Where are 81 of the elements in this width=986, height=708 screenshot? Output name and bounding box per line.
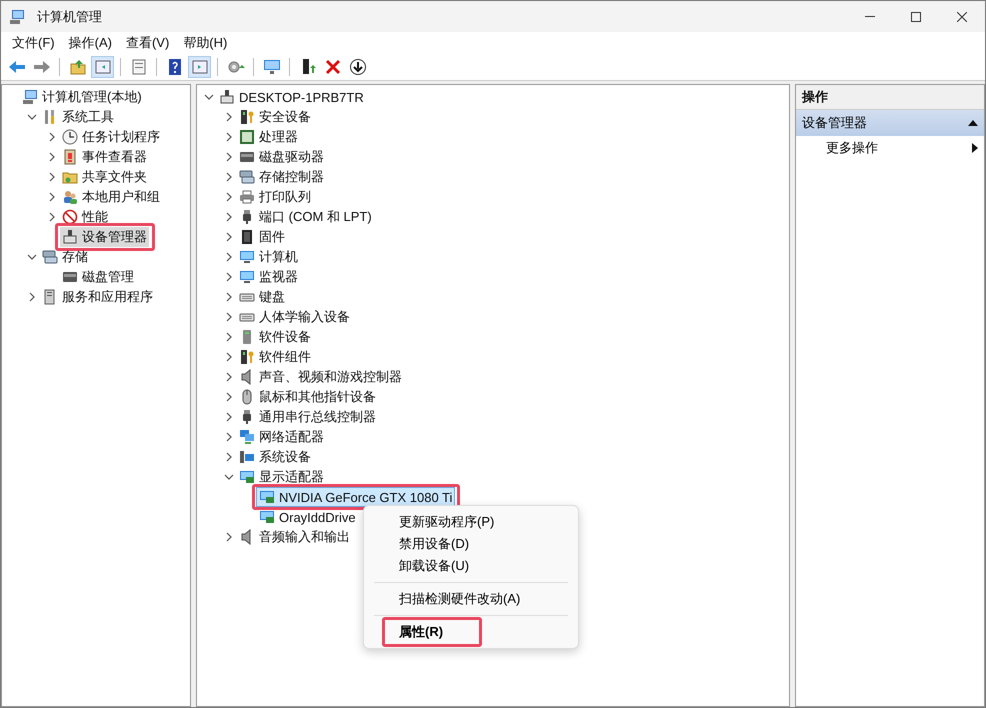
tree-item[interactable]: 监视器 [259, 268, 298, 286]
tree-item[interactable]: 服务和应用程序 [62, 288, 153, 306]
tree-item[interactable]: 固件 [259, 228, 285, 246]
minimize-icon [865, 16, 875, 17]
key-device-icon [239, 109, 255, 125]
tree-item[interactable]: 事件查看器 [82, 148, 147, 166]
device-icon [219, 89, 235, 105]
drive-icon [62, 269, 78, 285]
menu-item[interactable]: 扫描检测硬件改动(A) [368, 588, 574, 610]
display-card-icon [239, 469, 255, 485]
no-entry-icon [62, 209, 78, 225]
folder-up-icon [68, 58, 86, 76]
menu-item[interactable]: 文件(F) [5, 32, 62, 54]
firmware-chip-icon [239, 229, 255, 245]
tree-item[interactable]: 鼠标和其他指针设备 [259, 388, 376, 406]
tree-item[interactable]: 本地用户和组 [82, 188, 160, 206]
action-item[interactable]: 更多操作 [796, 136, 984, 160]
pane-header: 操作 [796, 85, 984, 110]
chip-icon [239, 129, 255, 145]
submenu-arrow-icon [972, 143, 978, 153]
tree-item[interactable]: 计算机管理(本地) [42, 88, 142, 106]
tree-item[interactable]: 存储 [62, 248, 88, 266]
tree-item[interactable]: 键盘 [259, 288, 285, 306]
tree-item[interactable]: 通用串行总线控制器 [259, 408, 376, 426]
tree-item[interactable]: 磁盘管理 [82, 268, 134, 286]
tree-item[interactable]: 安全设备 [259, 108, 311, 126]
tree-item[interactable]: 音频输入和输出 [259, 528, 350, 546]
menu-item[interactable]: 更新驱动程序(P) [368, 511, 574, 533]
tree-item[interactable]: 软件设备 [259, 328, 311, 346]
tree-item[interactable]: 任务计划程序 [82, 128, 160, 146]
forward-arrow-icon [32, 58, 50, 76]
back-arrow-icon [8, 58, 26, 76]
storage-icon [239, 169, 255, 185]
tree-item[interactable]: 磁盘驱动器 [259, 148, 324, 166]
system-device-icon [239, 449, 255, 465]
monitor-icon [239, 249, 255, 265]
tree-item[interactable]: 系统工具 [62, 108, 114, 126]
tree-item[interactable]: 显示适配器 [259, 468, 324, 486]
maximize-icon [911, 12, 921, 22]
tree-item[interactable]: 系统设备 [259, 448, 311, 466]
display-card-icon [259, 489, 275, 505]
tree-item[interactable]: 存储控制器 [259, 168, 324, 186]
properties-icon [130, 58, 148, 76]
computer-icon [22, 89, 38, 105]
tree-item[interactable]: 软件组件 [259, 348, 311, 366]
tree-item[interactable]: 声音、视频和游戏控制器 [259, 368, 402, 386]
tree-item[interactable]: 共享文件夹 [82, 168, 147, 186]
close-icon [957, 12, 967, 22]
display-card-icon [259, 509, 275, 525]
menu-item[interactable]: 查看(V) [118, 32, 176, 54]
computer-icon [9, 8, 25, 24]
key-device-icon [239, 349, 255, 365]
menu-item[interactable]: 卸载设备(U) [368, 555, 574, 577]
monitor-icon [239, 269, 255, 285]
window-title: 计算机管理 [37, 8, 102, 26]
menu-item[interactable]: 帮助(H) [176, 32, 234, 54]
download-icon [348, 58, 366, 76]
tree-item[interactable]: 打印队列 [259, 188, 311, 206]
delete-icon [324, 58, 342, 76]
clock-icon [62, 129, 78, 145]
tree-item[interactable]: 性能 [82, 208, 108, 226]
printer-icon [239, 189, 255, 205]
drive-icon [239, 149, 255, 165]
tree-item[interactable]: 端口 (COM 和 LPT) [259, 208, 372, 226]
action-section[interactable]: 设备管理器 [796, 110, 984, 136]
tree-item[interactable]: 人体学输入设备 [259, 308, 350, 326]
storage-icon [42, 249, 58, 265]
menu-item[interactable]: 操作(A) [62, 32, 119, 54]
users-icon [62, 189, 78, 205]
tree-item[interactable]: 计算机 [259, 248, 298, 266]
tree-item[interactable]: OrayIddDrive [279, 510, 356, 524]
menu-item[interactable]: 禁用设备(D) [368, 533, 574, 555]
tree-item[interactable]: 处理器 [259, 128, 298, 146]
tree-item[interactable]: DESKTOP-1PRB7TR [239, 90, 364, 104]
monitor-icon [262, 58, 280, 76]
menu-item[interactable]: 属性(R) [368, 621, 574, 643]
tree-item[interactable]: 网络适配器 [259, 428, 324, 446]
event-log-icon [62, 149, 78, 165]
action-pane-icon [190, 58, 208, 76]
network-icon [239, 429, 255, 445]
tree-pane-icon [94, 58, 112, 76]
